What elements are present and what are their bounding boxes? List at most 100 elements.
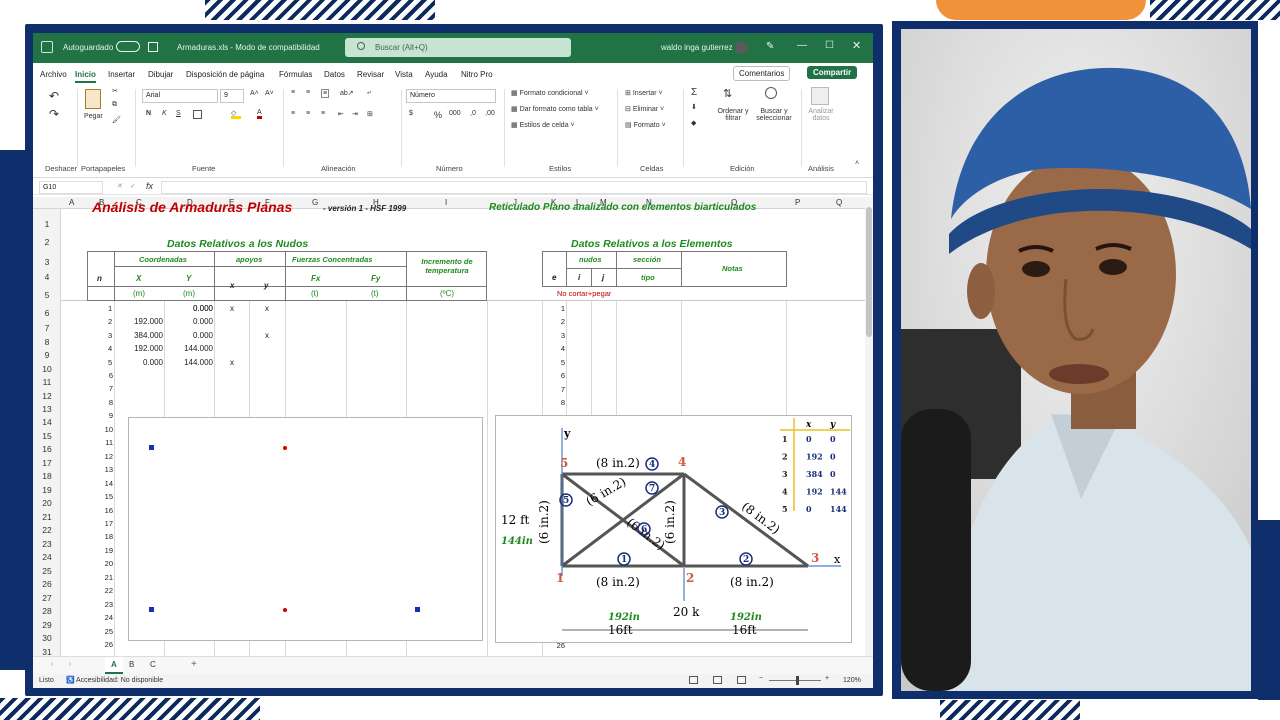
node-number[interactable]: 13 xyxy=(101,465,113,474)
node-number[interactable]: 17 xyxy=(101,519,113,528)
element-number[interactable]: 8 xyxy=(553,398,565,407)
zoom-slider-thumb[interactable] xyxy=(796,676,799,685)
scroll-thumb[interactable] xyxy=(866,207,872,337)
borders-icon[interactable] xyxy=(193,110,202,119)
header-Y[interactable]: Y xyxy=(186,274,191,283)
minimize-icon[interactable]: — xyxy=(797,40,807,51)
autosum-icon[interactable]: Σ xyxy=(691,87,697,98)
grow-font-icon[interactable]: A˄ xyxy=(250,90,259,97)
find-icon[interactable] xyxy=(765,87,777,99)
node-number[interactable]: 25 xyxy=(101,627,113,636)
paste-icon[interactable] xyxy=(85,89,101,109)
select-all-corner[interactable] xyxy=(33,197,61,208)
node-Y[interactable]: 0.000 xyxy=(168,331,213,340)
fill-icon[interactable]: ⬇ xyxy=(691,103,697,111)
italic-icon[interactable]: K xyxy=(162,110,167,117)
shrink-font-icon[interactable]: A˅ xyxy=(265,90,274,97)
row-header[interactable]: 3 xyxy=(33,257,61,267)
menu-vista[interactable]: Vista xyxy=(395,70,413,79)
row-header[interactable]: 16 xyxy=(33,444,61,454)
header-support-y[interactable]: y xyxy=(264,281,268,290)
node-number[interactable]: 24 xyxy=(101,613,113,622)
sheet-version[interactable]: - versión 1 - HSF 1999 xyxy=(323,204,406,213)
element-number[interactable]: 7 xyxy=(553,385,565,394)
row-header[interactable]: 22 xyxy=(33,525,61,535)
header-Fx[interactable]: Fx xyxy=(311,274,320,283)
pen-icon[interactable]: ✎ xyxy=(766,41,774,52)
header-supports[interactable]: apoyos xyxy=(236,255,262,264)
percent-icon[interactable]: % xyxy=(434,110,442,120)
redo-icon[interactable]: ↷ xyxy=(49,107,59,121)
paste-label[interactable]: Pegar xyxy=(84,113,103,120)
node-number[interactable]: 10 xyxy=(101,425,113,434)
node-n[interactable]: 1 xyxy=(108,304,112,313)
wrap-text-icon[interactable]: ⤶ xyxy=(367,89,371,97)
node-number[interactable]: 19 xyxy=(101,546,113,555)
search-box[interactable]: Buscar (Alt+Q) xyxy=(345,38,571,57)
column-header[interactable]: G xyxy=(312,198,318,207)
autosave-toggle[interactable] xyxy=(116,41,140,52)
row-header[interactable]: 2 xyxy=(33,237,61,247)
row-header[interactable]: 9 xyxy=(33,350,61,360)
cond-format-button[interactable]: ▦ Formato condicional ˅ xyxy=(511,89,589,97)
node-number[interactable]: 7 xyxy=(101,384,113,393)
outdent-icon[interactable]: ⇥ xyxy=(352,110,358,118)
row-header[interactable]: 11 xyxy=(33,377,61,387)
comments-button[interactable]: Comentarios xyxy=(733,66,791,81)
share-button[interactable]: Compartir xyxy=(807,66,858,79)
unit-Fy[interactable]: (t) xyxy=(371,289,379,298)
header-seccion[interactable]: sección xyxy=(633,255,661,264)
menu-disposicion[interactable]: Disposición de página xyxy=(186,70,264,79)
clear-icon[interactable]: ◆ xyxy=(691,119,696,127)
nodes-section-header[interactable]: Datos Relativos a los Nudos xyxy=(167,238,308,250)
align-left-icon[interactable]: ≡ xyxy=(291,110,295,117)
row-header[interactable]: 18 xyxy=(33,471,61,481)
unit-X[interactable]: (m) xyxy=(133,289,145,298)
node-number[interactable]: 15 xyxy=(101,492,113,501)
zoom-in-icon[interactable]: + xyxy=(825,675,829,682)
decimal-increase-icon[interactable]: ,0 xyxy=(470,110,476,117)
header-n[interactable]: n xyxy=(97,274,102,283)
node-support-x[interactable]: x xyxy=(230,304,234,313)
header-temperature[interactable]: Incremento de temperatura xyxy=(413,257,481,275)
zoom-out-icon[interactable]: − xyxy=(759,675,763,682)
menu-datos[interactable]: Datos xyxy=(324,70,345,79)
row-header[interactable]: 15 xyxy=(33,431,61,441)
row-header[interactable]: 27 xyxy=(33,593,61,603)
format-painter-icon[interactable]: 🖌 xyxy=(112,116,121,124)
menu-revisar[interactable]: Revisar xyxy=(357,70,384,79)
menu-dibujar[interactable]: Dibujar xyxy=(148,70,173,79)
analyze-data-icon[interactable] xyxy=(811,87,829,105)
cell-styles-button[interactable]: ▦ Estilos de celda ˅ xyxy=(511,121,575,129)
sheet-tab-b[interactable]: B xyxy=(129,660,134,669)
underline-icon[interactable]: S xyxy=(176,110,181,117)
element-number[interactable]: 4 xyxy=(553,344,565,353)
prev-sheet-icon[interactable]: ‹ xyxy=(51,661,53,668)
file-title[interactable]: Armaduras.xls - Modo de compatibilidad xyxy=(177,43,320,52)
row-header[interactable]: 30 xyxy=(33,633,61,643)
row-header[interactable]: 28 xyxy=(33,606,61,616)
node-number[interactable]: 26 xyxy=(101,640,113,649)
sort-filter-label[interactable]: Ordenar y filtrar xyxy=(716,108,750,122)
node-Y[interactable]: 0.000 xyxy=(168,304,213,313)
menu-inicio[interactable]: Inicio xyxy=(75,70,96,83)
node-number[interactable]: 20 xyxy=(101,559,113,568)
avatar[interactable] xyxy=(735,41,748,54)
element-number[interactable]: 2 xyxy=(553,317,565,326)
insert-cells-button[interactable]: ⊞ Insertar ˅ xyxy=(625,89,663,97)
node-number[interactable]: 6 xyxy=(101,371,113,380)
save-icon[interactable] xyxy=(148,42,158,52)
header-notas[interactable]: Notas xyxy=(722,264,743,273)
bold-icon[interactable]: N xyxy=(146,110,151,117)
close-icon[interactable]: ✕ xyxy=(852,39,861,52)
node-Y[interactable]: 144.000 xyxy=(153,344,213,353)
row-header[interactable]: 20 xyxy=(33,498,61,508)
row-header[interactable]: 8 xyxy=(33,337,61,347)
decimal-decrease-icon[interactable]: ,00 xyxy=(485,110,495,117)
sheet-tab-a[interactable]: A xyxy=(105,657,123,674)
row-header[interactable]: 7 xyxy=(33,323,61,333)
row-header[interactable]: 4 xyxy=(33,272,61,282)
node-Y[interactable]: 0.000 xyxy=(168,317,213,326)
node-number[interactable]: 16 xyxy=(101,506,113,515)
row-header[interactable]: 13 xyxy=(33,404,61,414)
